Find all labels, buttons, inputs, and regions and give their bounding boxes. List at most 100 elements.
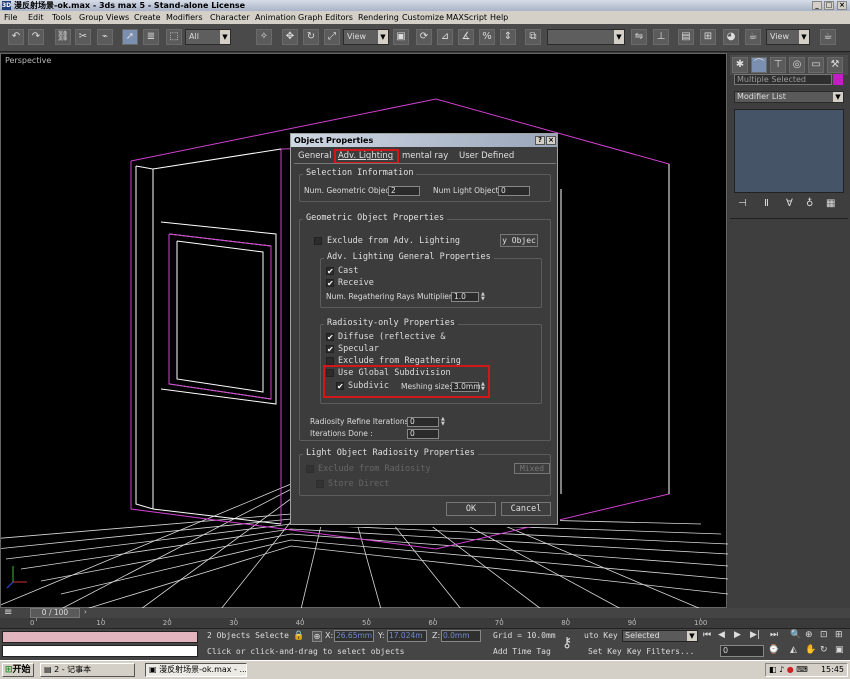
redo-icon[interactable]: ↷ (28, 29, 44, 45)
align-icon[interactable]: ⊥ (653, 29, 669, 45)
menu-create[interactable]: Create (134, 11, 161, 24)
y-coordinate-field[interactable]: 17.024m (387, 630, 427, 642)
key-icon[interactable]: ⚷ (562, 635, 572, 651)
refine-iterations-input[interactable]: 0 (407, 417, 439, 427)
render-type-dropdown[interactable]: View ▼ (766, 29, 810, 45)
tab-general[interactable]: General (295, 150, 335, 163)
select-and-manipulate-icon[interactable]: ✧ (256, 29, 272, 45)
bind-space-warp-icon[interactable]: ⌁ (97, 29, 113, 45)
arc-rotate-icon[interactable]: ↻ (820, 645, 828, 655)
material-editor-icon[interactable]: ◕ (723, 29, 739, 45)
maxscript-listener-mini[interactable] (2, 631, 198, 643)
modifier-list-dropdown[interactable]: Modifier List ▼ (734, 91, 844, 103)
field-of-view-icon[interactable]: ◭ (790, 645, 797, 655)
reference-coordinate-dropdown[interactable]: View ▼ (343, 29, 389, 45)
zoom-icon[interactable]: 🔍 (790, 630, 801, 640)
ime-icon[interactable]: ⌨ (796, 665, 808, 674)
schematic-view-icon[interactable]: ⊞ (700, 29, 716, 45)
maxscript-input[interactable] (2, 645, 198, 657)
set-key-button[interactable]: Set Key (588, 647, 622, 656)
time-slider[interactable]: ≡ 0 / 100 › (0, 608, 850, 618)
menu-graph-editors[interactable]: Graph Editors (298, 11, 353, 24)
select-and-rotate-icon[interactable]: ↻ (303, 29, 319, 45)
menu-maxscript[interactable]: MAXScript (446, 11, 487, 24)
zoom-extents-icon[interactable]: ⊡ (820, 630, 828, 640)
track-view-icon[interactable]: ▤ (678, 29, 694, 45)
go-to-start-icon[interactable]: ⏮ (703, 630, 711, 640)
make-unique-icon[interactable]: ∀ (786, 198, 793, 209)
menu-customize[interactable]: Customize (402, 11, 444, 24)
key-filters-button[interactable]: Key Filters... (627, 647, 694, 656)
key-mode-dropdown[interactable]: Selected ▼ (622, 630, 698, 642)
x-coordinate-field[interactable]: 26.65mm (334, 630, 374, 642)
next-frame-icon[interactable]: › (84, 608, 87, 616)
absolute-mode-icon[interactable]: ⊕ (312, 631, 322, 642)
render-scene-icon[interactable]: ☕ (745, 29, 761, 45)
pivot-center-icon[interactable]: ▣ (393, 29, 409, 45)
time-configuration-icon[interactable]: ⌚ (768, 645, 779, 655)
named-selection-icon[interactable]: ⧉ (525, 29, 541, 45)
select-by-name-icon[interactable]: ≣ (143, 29, 159, 45)
add-time-tag-button[interactable]: Add Time Tag (493, 647, 551, 656)
cast-checkbox[interactable]: ✔ (326, 267, 334, 276)
security-icon[interactable]: ● (787, 665, 794, 674)
exclude-adv-lighting-checkbox[interactable] (314, 237, 322, 245)
help-button[interactable]: ? (535, 136, 545, 145)
create-tab-icon[interactable]: ✱ (732, 57, 748, 73)
regather-rays-spinner-icon[interactable]: ▲ ▼ (481, 292, 487, 302)
dialog-close-button[interactable]: × (546, 136, 556, 145)
pin-stack-icon[interactable]: ⊣ (738, 198, 747, 209)
tab-mental-ray[interactable]: mental ray (399, 150, 451, 163)
specular-checkbox[interactable]: ✔ (326, 345, 334, 354)
by-object-button[interactable]: y Objec (500, 234, 538, 247)
network-icon[interactable]: ◧ (769, 665, 777, 674)
volume-icon[interactable]: ♪ (779, 665, 784, 674)
display-tab-icon[interactable]: ▭ (808, 57, 824, 73)
exclude-regather-checkbox[interactable] (326, 357, 334, 365)
receive-checkbox[interactable]: ✔ (326, 279, 334, 288)
menu-tools[interactable]: Tools (52, 11, 72, 24)
previous-frame-icon[interactable]: ◀ (718, 630, 725, 640)
select-link-icon[interactable]: ⛓ (55, 29, 71, 45)
diffuse-checkbox[interactable]: ✔ (326, 333, 334, 342)
z-coordinate-field[interactable]: 0.0mm (441, 630, 481, 642)
configure-sets-icon[interactable]: ▦ (826, 198, 835, 209)
time-slider-thumb[interactable]: 0 / 100 (30, 608, 80, 618)
snap-toggle-icon[interactable]: ⊿ (437, 29, 453, 45)
track-bar[interactable]: 0 10 20 30 40 50 60 70 80 90 100 (0, 618, 707, 628)
menu-character[interactable]: Character (210, 11, 250, 24)
angle-snap-icon[interactable]: ∡ (458, 29, 474, 45)
ok-button[interactable]: OK (446, 502, 496, 516)
show-end-result-icon[interactable]: Ⅱ (764, 198, 769, 209)
start-button[interactable]: ⊞开始 (2, 663, 34, 677)
exclude-radiosity-checkbox[interactable] (306, 465, 314, 473)
current-frame-input[interactable]: 0 (720, 645, 764, 657)
selection-filter-dropdown[interactable]: All ▼ (185, 29, 231, 45)
undo-icon[interactable]: ↶ (8, 29, 24, 45)
modify-tab-icon[interactable]: ⌒ (751, 57, 767, 73)
go-to-end-icon[interactable]: ⏭ (770, 630, 778, 640)
minimize-button[interactable]: _ (812, 1, 822, 10)
lock-selection-icon[interactable]: 🔒 (293, 631, 304, 641)
mirror-icon[interactable]: ⇋ (631, 29, 647, 45)
menu-file[interactable]: File (4, 11, 17, 24)
cancel-button[interactable]: Cancel (501, 502, 551, 516)
motion-tab-icon[interactable]: ◎ (789, 57, 805, 73)
object-color-swatch[interactable] (833, 74, 843, 85)
rectangular-selection-icon[interactable]: ⬚ (166, 29, 182, 45)
hierarchy-tab-icon[interactable]: ⊤ (770, 57, 786, 73)
utilities-tab-icon[interactable]: ⚒ (827, 57, 843, 73)
named-selection-dropdown[interactable]: ▼ (547, 29, 625, 45)
modifier-stack[interactable] (734, 109, 844, 193)
regather-rays-input[interactable]: 1.0 (451, 292, 479, 302)
mixed-button[interactable]: Mixed (514, 463, 550, 474)
menu-group[interactable]: Group (79, 11, 103, 24)
menu-help[interactable]: Help (490, 11, 508, 24)
select-manipulate-icon[interactable]: ⟳ (416, 29, 432, 45)
pan-icon[interactable]: ✋ (805, 645, 816, 655)
refine-iterations-spinner-icon[interactable]: ▲ ▼ (441, 417, 447, 427)
menu-rendering[interactable]: Rendering (358, 11, 399, 24)
auto-key-button[interactable]: uto Key (584, 631, 618, 640)
play-icon[interactable]: ▶ (734, 630, 741, 640)
time-config-icon[interactable]: ≡ (4, 608, 12, 618)
